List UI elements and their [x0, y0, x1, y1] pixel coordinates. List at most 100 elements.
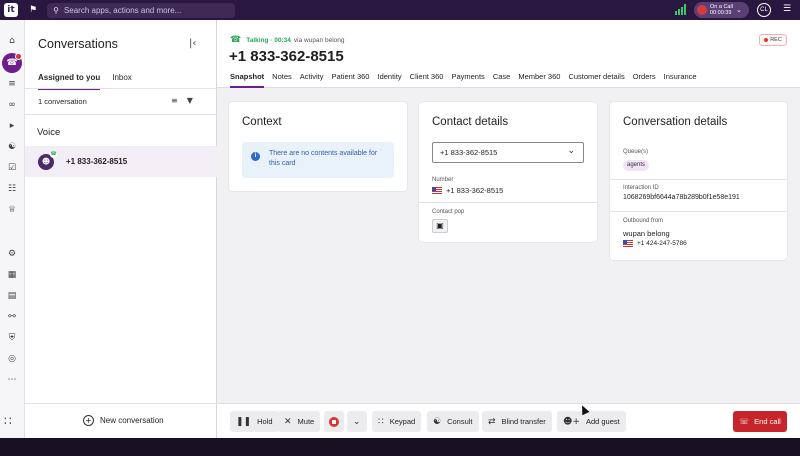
apps-grid-icon[interactable]: ∷ — [4, 414, 12, 428]
trophy-icon[interactable]: ♕ — [6, 204, 18, 216]
add-person-icon: ☻+ — [563, 416, 580, 427]
blind-transfer-label: Blind transfer — [501, 417, 546, 426]
divider — [25, 403, 217, 404]
conversation-details-title: Conversation details — [623, 116, 728, 128]
chevron-down-icon: ⌄ — [353, 416, 361, 427]
contact-pop-label: Contact pop — [432, 209, 465, 215]
tasks-icon[interactable]: ☑ — [6, 162, 18, 174]
new-conversation-button[interactable]: + New conversation — [83, 415, 164, 426]
call-workspace: ☎ Talking · 00:34 via wupan belong +1 83… — [217, 20, 800, 438]
interaction-id-value: 1068269bf6644a78b289b0f1e58e191 — [623, 194, 740, 201]
stop-recording-button[interactable] — [324, 411, 344, 432]
sort-icon[interactable]: ≡ — [171, 96, 178, 105]
home-icon[interactable]: ⌂ — [6, 35, 18, 47]
contact-select[interactable]: +1 833-362-8515 ⌄ — [432, 142, 584, 163]
context-title: Context — [242, 116, 282, 128]
list-tools: ≡ ▼ — [171, 96, 202, 105]
conversation-details-card: Conversation details Queue(s) agents Int… — [610, 102, 787, 260]
queue-chip: agents — [623, 160, 650, 171]
filter-icon[interactable]: ▼ — [187, 96, 193, 105]
recording-badge: REC — [759, 34, 787, 46]
on-call-indicator[interactable]: On a Call 00:00:39 ⌄ — [694, 2, 749, 18]
campaign-icon[interactable]: ▸ — [6, 120, 18, 132]
shield-icon[interactable]: ⛨ — [6, 332, 18, 344]
consult-button[interactable]: ☯ Consult — [427, 411, 479, 432]
voicemail-icon[interactable]: ∞ — [6, 99, 18, 111]
settings-icon[interactable]: ⚙ — [6, 248, 18, 260]
chevron-down-icon: ⌄ — [735, 6, 742, 14]
user-avatar[interactable]: CL — [757, 3, 771, 17]
tab-case[interactable]: Case — [493, 72, 511, 88]
consult-icon: ☯ — [433, 416, 442, 427]
tab-customer-details[interactable]: Customer details — [568, 72, 624, 88]
end-call-button[interactable]: ☏ End call — [733, 411, 787, 432]
tab-snapshot[interactable]: Snapshot — [230, 72, 265, 88]
outbound-label: Outbound from — [623, 218, 664, 224]
tab-patient-360[interactable]: Patient 360 — [332, 72, 370, 88]
call-via: via wupan belong — [293, 36, 345, 44]
collapse-panel-icon[interactable]: |‹ — [189, 38, 196, 49]
outbound-number: +1 424-247-5786 — [637, 240, 687, 247]
tab-orders[interactable]: Orders — [633, 72, 656, 88]
on-call-timer: 00:00:39 — [710, 10, 732, 16]
tab-insurance[interactable]: Insurance — [664, 72, 697, 88]
divider — [610, 211, 787, 212]
number-label: Number — [432, 177, 454, 183]
tab-notes[interactable]: Notes — [272, 72, 292, 88]
tab-payments[interactable]: Payments — [451, 72, 484, 88]
list-icon[interactable]: ≡ — [6, 78, 18, 90]
left-rail: ⌂ ☎ ≡ ∞ ▸ ☯ ☑ ☷ ♕ ⚙ ▦ ▤ ⚯ ⛨ ◎ ⋯ — [0, 20, 25, 438]
divider — [610, 179, 787, 180]
add-guest-button[interactable]: ☻+ Add guest — [557, 411, 626, 432]
side-panel-icon[interactable]: ☰ — [783, 4, 791, 14]
keypad-button[interactable]: ∷ Keypad — [372, 411, 422, 432]
info-icon: i — [251, 152, 260, 161]
hang-up-icon: ☏ — [739, 417, 750, 426]
bell-icon[interactable]: ⚑ — [29, 5, 37, 15]
tab-activity[interactable]: Activity — [300, 72, 324, 88]
call-status-dot — [697, 5, 707, 15]
mute-button[interactable]: ✕ Mute — [278, 411, 321, 432]
outbound-name: wupan belong — [623, 229, 670, 238]
pause-icon: ❚❚ — [236, 416, 252, 427]
more-options-button[interactable]: ⌄ — [347, 411, 367, 432]
search-bar[interactable]: ⚲ Search apps, actions and more... — [47, 2, 236, 18]
end-call-label: End call — [754, 417, 781, 426]
blind-transfer-button[interactable]: ⇄ Blind transfer — [482, 411, 552, 432]
conversations-panel: Conversations |‹ Assigned to you Inbox 1… — [25, 20, 217, 438]
plus-icon: + — [83, 415, 94, 426]
contacts-icon[interactable]: ☯ — [6, 141, 18, 153]
conversation-list-item[interactable]: ☻ ☎ +1 833-362-8515 — [25, 146, 217, 177]
talking-status: Talking · 00:34 — [246, 36, 291, 44]
number-value-row: +1 833-362-8515 — [432, 186, 503, 195]
book-icon[interactable]: ▤ — [6, 290, 18, 302]
divider — [25, 88, 217, 89]
call-tabs: Snapshot Notes Activity Patient 360 Iden… — [230, 72, 705, 88]
contact-details-title: Contact details — [432, 116, 509, 128]
signal-strength-icon — [675, 4, 686, 15]
call-header: ☎ Talking · 00:34 via wupan belong +1 83… — [217, 20, 800, 88]
interaction-id-label: Interaction ID — [623, 185, 659, 191]
conversations-title: Conversations — [38, 37, 118, 51]
hold-button[interactable]: ❚❚ Hold — [230, 411, 279, 432]
outbound-number-row: +1 424-247-5786 — [623, 240, 687, 247]
add-guest-label: Add guest — [585, 417, 620, 426]
org-icon[interactable]: ☷ — [6, 183, 18, 195]
caller-avatar: ☻ ☎ — [38, 150, 57, 170]
search-placeholder: Search apps, actions and more... — [63, 5, 182, 15]
top-bar: it ⚑ ⚲ Search apps, actions and more... … — [0, 0, 800, 20]
new-conversation-label: New conversation — [100, 416, 164, 425]
tab-identity[interactable]: Identity — [377, 72, 401, 88]
app-logo[interactable]: it — [4, 3, 18, 17]
fingerprint-icon[interactable]: ◎ — [6, 353, 18, 365]
tab-client-360[interactable]: Client 360 — [410, 72, 444, 88]
more-icon[interactable]: ⋯ — [6, 374, 18, 386]
contact-card-icon[interactable]: ▣ — [432, 219, 448, 233]
directory-icon[interactable]: ▦ — [6, 269, 18, 281]
mic-off-icon: ✕ — [284, 416, 292, 427]
tab-member-360[interactable]: Member 360 — [518, 72, 560, 88]
flow-icon[interactable]: ⚯ — [6, 311, 18, 323]
divider — [419, 202, 597, 203]
conversation-count: 1 conversation — [38, 97, 87, 106]
call-action-bar: ❚❚ Hold ✕ Mute ⌄ ∷ Keypad ☯ Consult ⇄ Bl… — [217, 403, 800, 438]
